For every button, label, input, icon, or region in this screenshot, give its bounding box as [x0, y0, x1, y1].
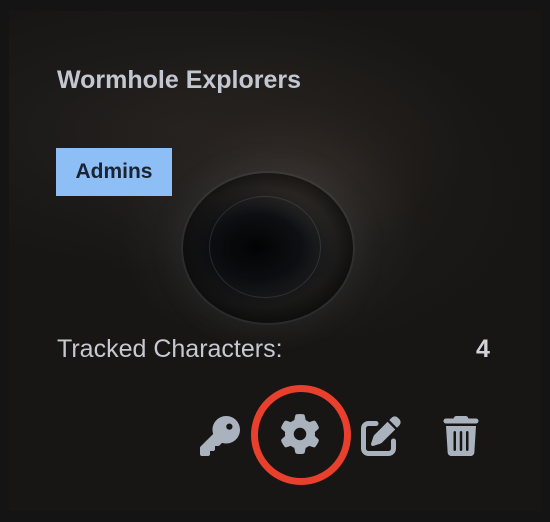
key-icon[interactable] [198, 414, 242, 458]
tracked-characters-count: 4 [476, 335, 490, 363]
edit-icon[interactable] [359, 414, 403, 458]
wormhole-background-ring [209, 196, 321, 298]
team-card: Wormhole Explorers Admins Tracked Charac… [9, 11, 541, 511]
trash-icon[interactable] [439, 414, 483, 458]
tracked-characters-label: Tracked Characters: [57, 335, 283, 363]
role-badge: Admins [56, 148, 172, 196]
team-name: Wormhole Explorers [57, 66, 302, 94]
gear-icon[interactable] [278, 412, 322, 456]
